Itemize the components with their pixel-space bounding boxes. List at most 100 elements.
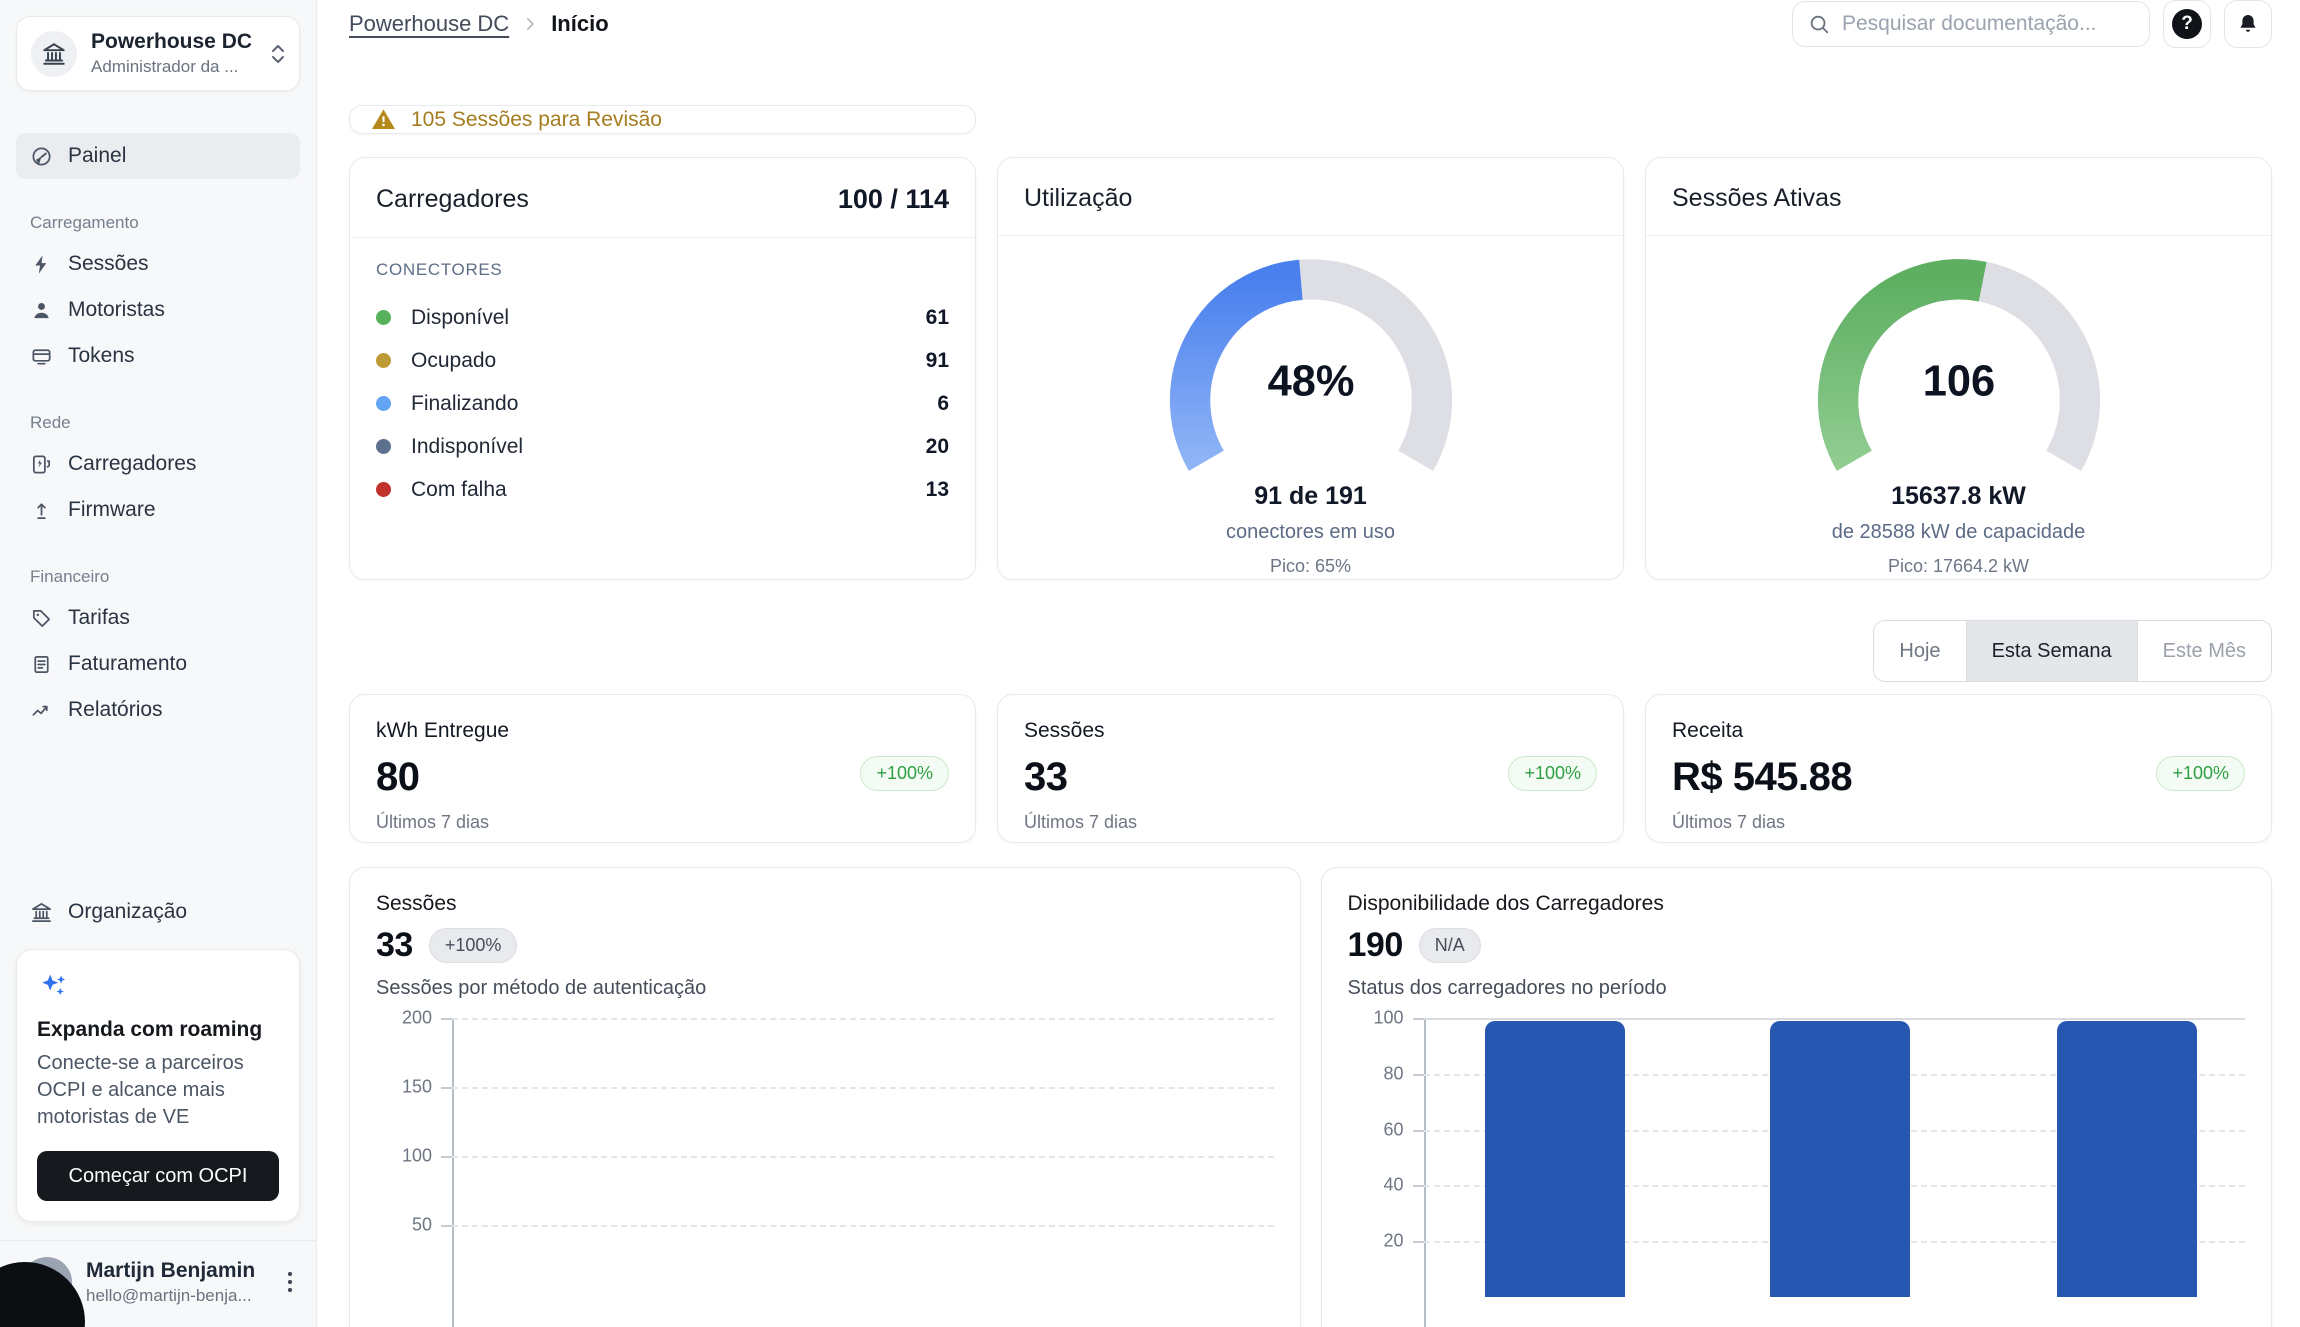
sidebar-item-label: Carregadores xyxy=(68,452,196,476)
help-icon: ? xyxy=(2172,9,2202,39)
utilization-percent: 48% xyxy=(1267,358,1354,406)
trend-badge: +100% xyxy=(429,928,518,963)
chargers-count: 100 / 114 xyxy=(838,184,949,215)
person-icon xyxy=(30,299,53,322)
sidebar-item-firmware[interactable]: Firmware xyxy=(16,487,300,533)
start-ocpi-button[interactable]: Começar com OCPI xyxy=(37,1151,279,1201)
status-dot-faulted xyxy=(376,482,391,497)
chevron-right-icon xyxy=(521,15,539,33)
sparkles-icon xyxy=(37,970,279,1004)
card-title: Carregadores xyxy=(376,185,529,214)
sessions-stat-card: Sessões 33 +100% Últimos 7 dias xyxy=(997,694,1624,843)
sidebar-section-rede: Rede xyxy=(16,413,300,433)
stat-caption: Últimos 7 dias xyxy=(376,812,949,833)
stat-caption: Últimos 7 dias xyxy=(1672,812,2245,833)
breadcrumb-root-link[interactable]: Powerhouse DC xyxy=(349,11,509,37)
sidebar-item-tarifas[interactable]: Tarifas xyxy=(16,595,300,641)
gridline xyxy=(452,1018,1274,1020)
kebab-menu-icon[interactable] xyxy=(282,1266,298,1298)
y-tick: 150 xyxy=(376,1077,432,1098)
sidebar-item-label: Relatórios xyxy=(68,698,163,722)
receipt-icon xyxy=(30,653,53,676)
sidebar-item-label: Painel xyxy=(68,144,126,168)
sidebar-item-label: Organização xyxy=(68,900,187,924)
chart-title: Sessões xyxy=(376,892,1274,916)
gridline xyxy=(452,1156,1274,1158)
breadcrumb: Powerhouse DC Início xyxy=(349,11,609,37)
availability-chart-card: Disponibilidade dos Carregadores 190 N/A… xyxy=(1321,867,2273,1327)
sidebar-item-motoristas[interactable]: Motoristas xyxy=(16,287,300,333)
sidebar-item-painel[interactable]: Painel xyxy=(16,133,300,179)
y-tick: 50 xyxy=(376,1215,432,1236)
na-badge: N/A xyxy=(1419,928,1481,963)
active-sessions-card: Sessões Ativas 106 15637.8 kW de 28588 k… xyxy=(1645,157,2272,580)
chargers-card: Carregadores 100 / 114 CONECTORES Dispon… xyxy=(349,157,976,580)
availability-bar[interactable] xyxy=(1770,1021,1910,1297)
sidebar-item-sessoes[interactable]: Sessões xyxy=(16,241,300,287)
gridline xyxy=(452,1225,1274,1227)
sidebar: Powerhouse DC Administrador da ... Paine… xyxy=(0,0,317,1327)
trend-badge: +100% xyxy=(1508,756,1597,791)
sidebar-item-label: Tarifas xyxy=(68,606,130,630)
workspace-name: Powerhouse DC xyxy=(91,30,252,53)
help-button[interactable]: ? xyxy=(2163,0,2211,48)
utilization-fraction-text: 91 de 191 xyxy=(1254,482,1367,511)
y-tick: 40 xyxy=(1348,1175,1404,1196)
status-value: 6 xyxy=(937,392,949,416)
topbar: Powerhouse DC Início ? xyxy=(349,0,2272,48)
search-icon xyxy=(1808,13,1830,35)
connector-status-row: Indisponível 20 xyxy=(376,425,949,468)
connectors-label: CONECTORES xyxy=(376,260,949,280)
active-sessions-count: 106 xyxy=(1922,358,1994,406)
bell-icon xyxy=(2236,12,2260,36)
sidebar-item-relatorios[interactable]: Relatórios xyxy=(16,687,300,733)
bank-icon xyxy=(31,31,77,77)
sidebar-item-organizacao[interactable]: Organização xyxy=(16,889,300,935)
tag-icon xyxy=(30,607,53,630)
main-content: Powerhouse DC Início ? xyxy=(317,0,2300,1327)
card-title: Sessões Ativas xyxy=(1672,184,1842,213)
user-email: hello@martijn-benja... xyxy=(86,1286,268,1306)
bank-icon xyxy=(30,901,53,924)
sidebar-item-faturamento[interactable]: Faturamento xyxy=(16,641,300,687)
availability-bar[interactable] xyxy=(2057,1021,2197,1297)
active-sessions-kw: 15637.8 kW xyxy=(1891,482,2026,511)
availability-bar[interactable] xyxy=(1485,1021,1625,1297)
sidebar-nav: Painel Carregamento Sessões Motoristas T… xyxy=(16,133,300,733)
utilization-gauge: 48% xyxy=(1156,242,1466,478)
card-icon xyxy=(30,345,53,368)
upload-icon xyxy=(30,499,53,522)
tab-esta-semana[interactable]: Esta Semana xyxy=(1966,621,2137,681)
tab-hoje[interactable]: Hoje xyxy=(1874,621,1965,681)
connector-status-row: Ocupado 91 xyxy=(376,339,949,382)
alert-text: 105 Sessões para Revisão xyxy=(411,108,662,132)
y-tick: 200 xyxy=(376,1008,432,1029)
sidebar-item-tokens[interactable]: Tokens xyxy=(16,333,300,379)
charger-icon xyxy=(30,453,53,476)
active-sessions-capacity: de 28588 kW de capacidade xyxy=(1832,521,2086,544)
search-box[interactable] xyxy=(1792,1,2150,47)
status-label: Finalizando xyxy=(411,392,518,416)
sidebar-item-label: Faturamento xyxy=(68,652,187,676)
trend-chart-icon xyxy=(30,699,53,722)
status-label: Com falha xyxy=(411,478,507,502)
search-input[interactable] xyxy=(1842,12,2134,36)
active-sessions-peak: Pico: 17664.2 kW xyxy=(1888,556,2029,577)
y-tick: 20 xyxy=(1348,1231,1404,1252)
status-value: 61 xyxy=(926,306,949,330)
sidebar-item-label: Motoristas xyxy=(68,298,165,322)
status-dot-available xyxy=(376,310,391,325)
stat-title: kWh Entregue xyxy=(376,719,949,743)
chart-title: Disponibilidade dos Carregadores xyxy=(1348,892,2246,916)
chart-subtitle: Sessões por método de autenticação xyxy=(376,977,1274,1000)
availability-chart-plot: 100 80 60 40 20 xyxy=(1348,1018,2246,1327)
workspace-selector[interactable]: Powerhouse DC Administrador da ... xyxy=(16,16,300,91)
connector-status-row: Disponível 61 xyxy=(376,296,949,339)
sessions-review-alert[interactable]: 105 Sessões para Revisão xyxy=(349,105,976,134)
notifications-button[interactable] xyxy=(2224,0,2272,48)
y-tick: 80 xyxy=(1348,1064,1404,1085)
gauge-icon xyxy=(30,145,53,168)
status-label: Indisponível xyxy=(411,435,523,459)
tab-este-mes[interactable]: Este Mês xyxy=(2137,621,2271,681)
sidebar-item-carregadores[interactable]: Carregadores xyxy=(16,441,300,487)
